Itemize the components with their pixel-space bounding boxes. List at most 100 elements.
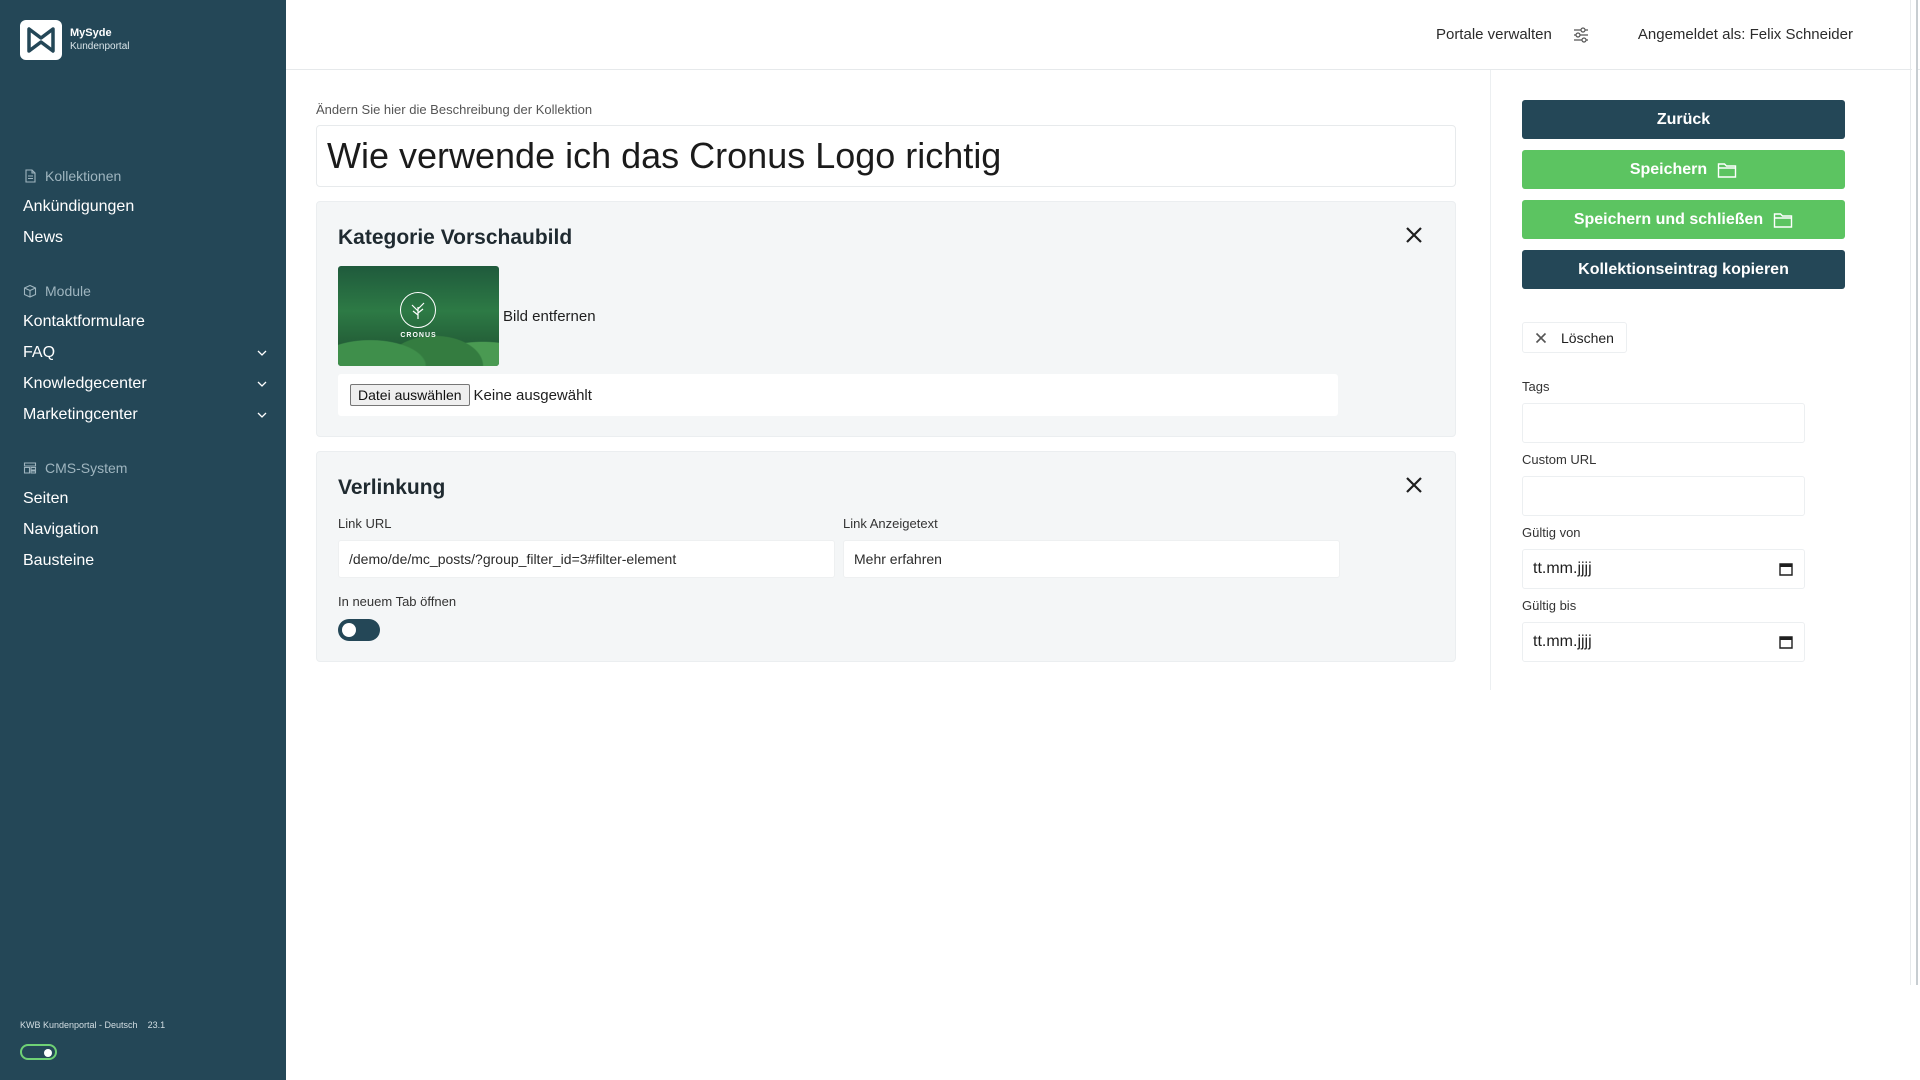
chevron-down-icon[interactable] (256, 347, 268, 359)
remove-image-link[interactable]: Bild entfernen (503, 308, 596, 325)
preview-image: CRONUS (338, 266, 499, 366)
nav-heading-label: CMS-System (45, 459, 128, 476)
page-scrollbar[interactable] (1910, 0, 1918, 985)
sidebar-item-faq[interactable]: FAQ (0, 337, 286, 368)
cms-icon (23, 461, 37, 474)
image-caption: CRONUS (400, 332, 437, 339)
valid-from-label: Gültig von (1522, 525, 1581, 540)
mysyde-logo-icon (20, 20, 62, 60)
close-icon[interactable] (1403, 474, 1425, 496)
nav-section-module: Module Kontaktformulare FAQ Knowledgecen… (0, 275, 286, 430)
version-number: 23.1 (147, 1020, 166, 1030)
delete-button[interactable]: Löschen (1522, 322, 1627, 353)
sidebar-item-label: Navigation (23, 520, 99, 538)
nav-heading-cms: CMS-System (0, 452, 286, 483)
copy-entry-button[interactable]: Kollektionseintrag kopieren (1522, 250, 1845, 289)
sidebar-item-kontaktformulare[interactable]: Kontaktformulare (0, 306, 286, 337)
sliders-icon[interactable] (1572, 26, 1590, 44)
tags-label: Tags (1522, 379, 1550, 394)
calendar-icon[interactable] (1778, 634, 1794, 650)
file-status: Keine ausgewählt (473, 386, 592, 404)
toggle-knob (44, 1049, 52, 1057)
box-icon (23, 284, 37, 298)
toggle-knob (342, 623, 356, 637)
calendar-icon[interactable] (1778, 561, 1794, 577)
valid-to-value: tt.mm.jjjj (1533, 633, 1592, 650)
close-icon[interactable] (1403, 224, 1425, 246)
valid-from-value: tt.mm.jjjj (1533, 560, 1592, 577)
nav-heading-label: Kollektionen (45, 167, 122, 184)
new-tab-toggle[interactable] (338, 619, 380, 641)
save-label: Speichern (1629, 160, 1708, 178)
new-tab-label: In neuem Tab öffnen (338, 594, 457, 609)
sidebar: MySyde Kundenportal Kollektionen Ankündi… (0, 0, 286, 1080)
sidebar-item-navigation[interactable]: Navigation (0, 514, 286, 545)
copy-label: Kollektionseintrag kopieren (1578, 260, 1789, 278)
save-and-close-button[interactable]: Speichern und schließen (1522, 200, 1845, 239)
delete-label: Löschen (1561, 329, 1614, 346)
nav-heading-module: Module (0, 275, 286, 306)
title-input[interactable]: Wie verwende ich das Cronus Logo richtig (316, 125, 1456, 187)
sidebar-item-knowledgecenter[interactable]: Knowledgecenter (0, 368, 286, 399)
sidebar-item-label: News (23, 228, 64, 246)
folder-icon (1717, 162, 1737, 178)
sidebar-item-news[interactable]: News (0, 222, 286, 253)
link-text-label: Link Anzeigetext (843, 516, 938, 531)
document-icon (25, 168, 36, 183)
card-title: Kategorie Vorschaubild (338, 226, 573, 249)
panel-divider (1490, 70, 1491, 690)
sidebar-item-label: Marketingcenter (23, 405, 138, 423)
sidebar-item-label: Bausteine (23, 551, 95, 569)
nav-section-cms: CMS-System Seiten Navigation Bausteine (0, 452, 286, 576)
sidebar-item-bausteine[interactable]: Bausteine (0, 545, 286, 576)
sidebar-item-label: FAQ (23, 343, 56, 361)
back-button[interactable]: Zurück (1522, 100, 1845, 139)
nav-heading-label: Module (45, 282, 91, 299)
logged-in-user[interactable]: Angemeldet als: Felix Schneider (1638, 26, 1853, 43)
portal-name: KWB Kundenportal - Deutsch (20, 1020, 138, 1030)
nav-heading-kollektionen: Kollektionen (0, 160, 286, 191)
main-content: Ändern Sie hier die Beschreibung der Kol… (316, 70, 1456, 662)
custom-url-input[interactable] (1522, 476, 1805, 516)
link-text-input[interactable]: Mehr erfahren (843, 540, 1340, 578)
scrollbar-thumb[interactable] (1912, 0, 1918, 985)
close-icon (1535, 332, 1547, 343)
sidebar-item-label: Knowledgecenter (23, 374, 147, 392)
nav-section-kollektionen: Kollektionen Ankündigungen News (0, 160, 286, 253)
save-button[interactable]: Speichern (1522, 150, 1845, 189)
valid-to-input[interactable]: tt.mm.jjjj (1522, 622, 1805, 662)
sidebar-item-seiten[interactable]: Seiten (0, 483, 286, 514)
valid-from-input[interactable]: tt.mm.jjjj (1522, 549, 1805, 589)
custom-url-label: Custom URL (1522, 452, 1597, 467)
portale-verwalten-link[interactable]: Portale verwalten (1436, 26, 1590, 44)
folder-icon (1773, 212, 1793, 228)
sidebar-nav: Kollektionen Ankündigungen News Module K… (0, 160, 286, 598)
back-label: Zurück (1656, 110, 1711, 128)
chevron-down-icon[interactable] (256, 409, 268, 421)
sidebar-item-label: Kontaktformulare (23, 312, 145, 330)
description-label: Ändern Sie hier die Beschreibung der Kol… (316, 102, 593, 117)
sidebar-item-ankuendigungen[interactable]: Ankündigungen (0, 191, 286, 222)
sidebar-item-label: Ankündigungen (23, 197, 135, 215)
save-close-label: Speichern und schließen (1573, 210, 1764, 228)
file-input: Datei auswählen Keine ausgewählt (338, 374, 1338, 416)
cronus-logo-icon (400, 292, 436, 328)
sidebar-item-label: Seiten (23, 489, 69, 507)
brand[interactable]: MySyde Kundenportal (20, 20, 130, 60)
card-title: Verlinkung (338, 476, 446, 499)
tags-input[interactable] (1522, 403, 1805, 443)
actions-panel: Zurück Speichern Speichern und schließen… (1522, 100, 1847, 662)
top-header: Portale verwalten Angemeldet als: Felix … (286, 0, 1920, 70)
chevron-down-icon[interactable] (256, 378, 268, 390)
brand-name: MySyde (70, 27, 112, 39)
choose-file-button[interactable]: Datei auswählen (350, 384, 470, 406)
link-card: Verlinkung Link URL /demo/de/mc_posts/?g… (316, 451, 1456, 662)
portal-toggle[interactable] (20, 1044, 57, 1060)
sidebar-item-marketingcenter[interactable]: Marketingcenter (0, 399, 286, 430)
sidebar-footer: KWB Kundenportal - Deutsch 23.1 (20, 1020, 165, 1030)
brand-subtitle: Kundenportal (70, 41, 130, 52)
valid-to-label: Gültig bis (1522, 598, 1577, 613)
portale-label: Portale verwalten (1435, 26, 1552, 43)
link-url-label: Link URL (338, 516, 392, 531)
link-url-input[interactable]: /demo/de/mc_posts/?group_filter_id=3#fil… (338, 540, 835, 578)
